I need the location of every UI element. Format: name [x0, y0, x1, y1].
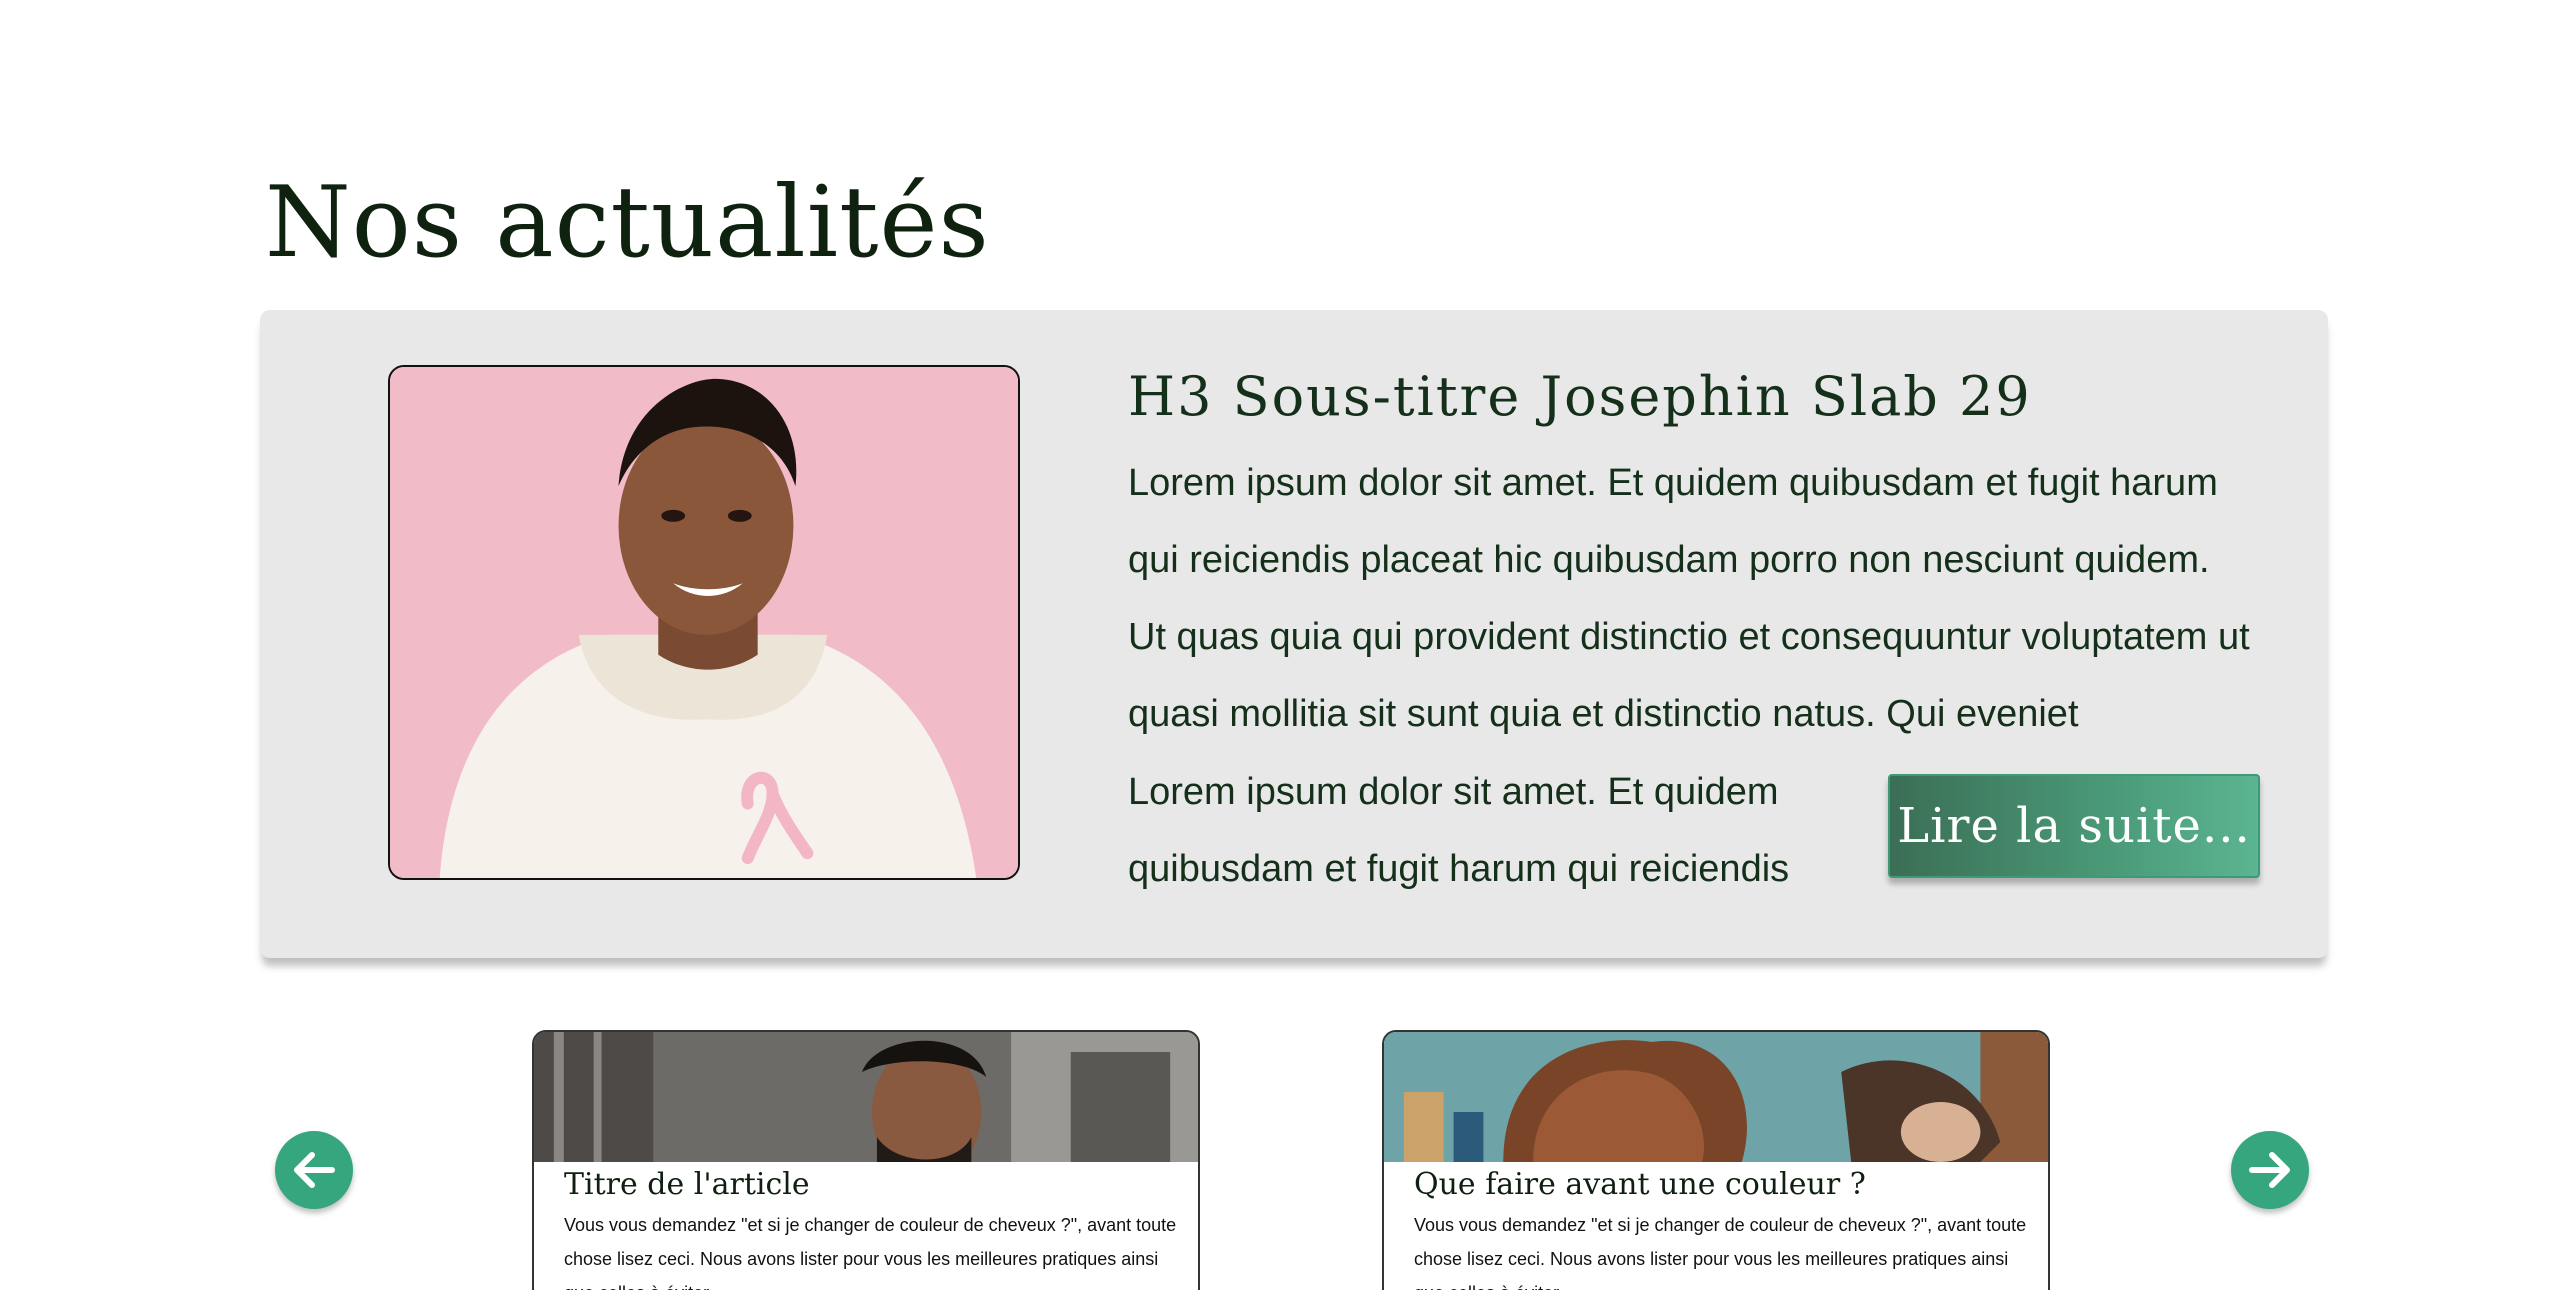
article-title: Titre de l'article: [564, 1167, 810, 1202]
featured-article-card: H3 Sous-titre Josephin Slab 29 Lorem ips…: [260, 310, 2328, 958]
article-title: Que faire avant une couleur ?: [1414, 1167, 1866, 1202]
arrow-left-icon: [294, 1152, 335, 1188]
article-thumbnail: [534, 1032, 1198, 1162]
news-section: Nos actualités H3 Sous-titre Josephin Sl…: [0, 0, 2560, 1290]
featured-subtitle: H3 Sous-titre Josephin Slab 29: [1128, 365, 2032, 428]
read-more-button[interactable]: Lire la suite...: [1888, 774, 2260, 878]
featured-body-text: Lorem ipsum dolor sit amet. Et quidem qu…: [1128, 462, 2250, 735]
featured-body-text-end: Lorem ipsum dolor sit amet. Et quidem qu…: [1128, 771, 1790, 890]
section-title: Nos actualités: [265, 166, 990, 280]
article-card[interactable]: Titre de l'article Vous vous demandez "e…: [532, 1030, 1200, 1290]
article-card[interactable]: Que faire avant une couleur ? Vous vous …: [1382, 1030, 2050, 1290]
article-thumbnail: [1384, 1032, 2048, 1162]
article-excerpt: Vous vous demandez "et si je changer de …: [564, 1215, 1177, 1290]
arrow-right-icon: [2249, 1152, 2290, 1188]
article-excerpt: Vous vous demandez "et si je changer de …: [1414, 1215, 2027, 1290]
carousel-next-button[interactable]: [2231, 1131, 2309, 1209]
carousel-prev-button[interactable]: [275, 1131, 353, 1209]
featured-article-image: [388, 365, 1020, 880]
